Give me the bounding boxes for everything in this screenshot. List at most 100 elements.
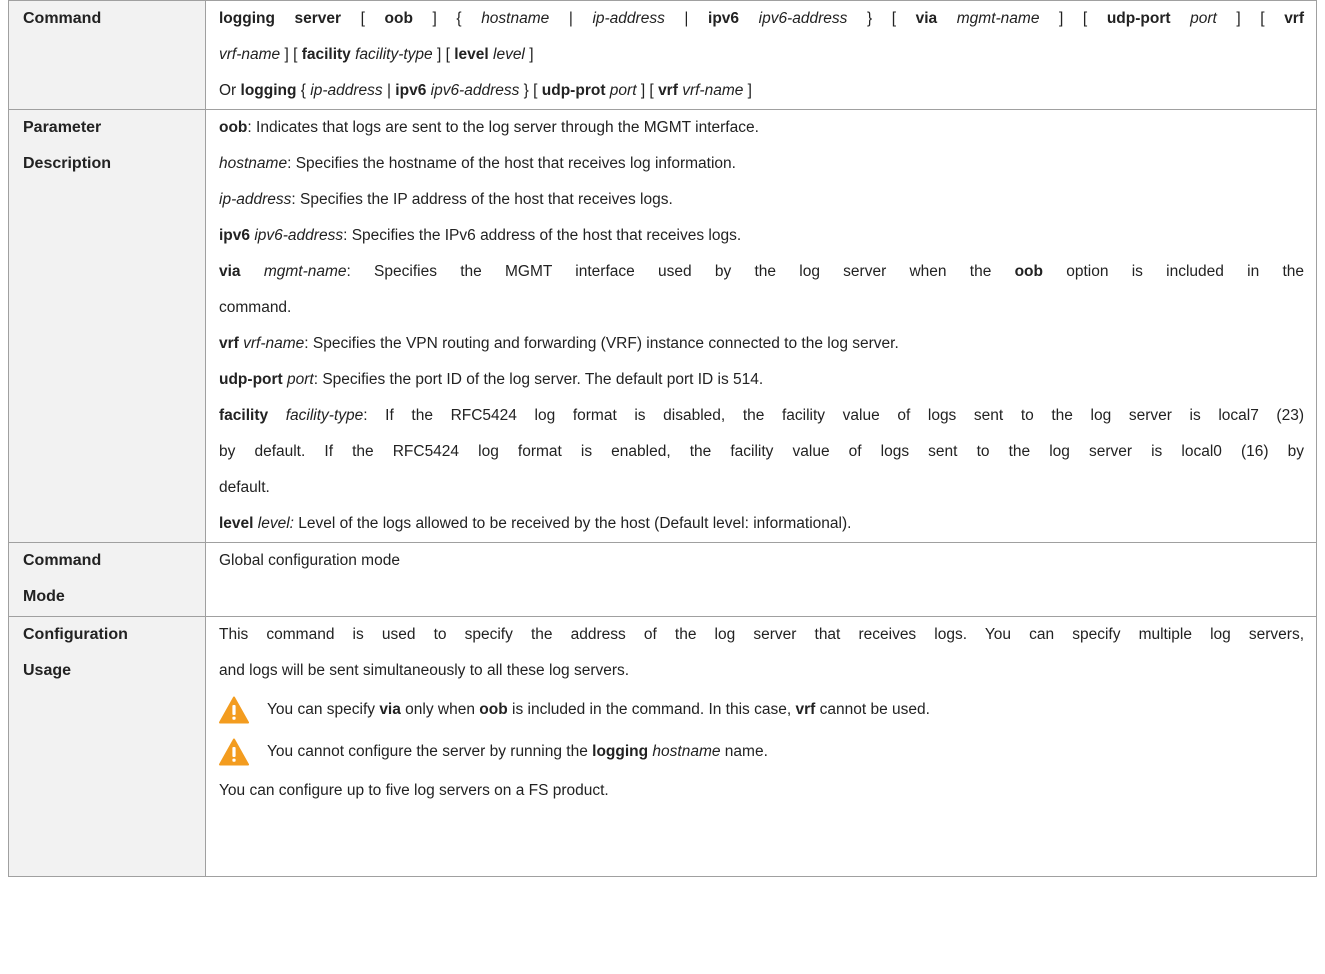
text-run: This command is used to specify the addr… <box>219 626 1304 643</box>
argument: ip-address <box>219 191 292 208</box>
text-run: and logs will be sent simultaneously to … <box>219 662 630 679</box>
syntax-line: logging server [ oob ] { hostname | ip-a… <box>219 1 1304 37</box>
row-command-mode: Command Mode Global configuration mode <box>8 542 1317 617</box>
text-run: cannot be used. <box>815 701 930 718</box>
keyword: vrf <box>1284 10 1305 27</box>
text-run: ] { <box>412 10 482 27</box>
text-run: ] <box>743 82 752 99</box>
argument: mgmt-name <box>956 10 1040 27</box>
param-line: command. <box>219 290 1304 326</box>
text-run <box>268 407 286 424</box>
keyword: via <box>915 10 938 27</box>
argument: port <box>1190 10 1217 27</box>
keyword: udp-prot <box>541 82 606 99</box>
argument: level: <box>257 515 294 532</box>
text-run: You can specify <box>267 701 380 718</box>
text-run: : Specifies the MGMT interface used by t… <box>346 263 1015 280</box>
warning-icon <box>219 696 249 724</box>
argument: ipv6-address <box>758 10 848 27</box>
row-command: Command logging server [ oob ] { hostnam… <box>8 0 1317 110</box>
text-run: | <box>664 10 709 27</box>
argument: level <box>493 46 525 63</box>
text-run: Or <box>219 82 241 99</box>
keyword: level <box>219 515 254 532</box>
text-run <box>1171 10 1191 27</box>
text-run: { <box>296 82 311 99</box>
keyword: ipv6 <box>708 10 740 27</box>
keyword: logging <box>240 82 297 99</box>
text-run: ] [ <box>636 82 659 99</box>
row-label: Usage <box>23 662 72 679</box>
argument: mgmt-name <box>263 263 347 280</box>
text-run: | <box>549 10 593 27</box>
warning-text: You cannot configure the server by runni… <box>267 734 768 770</box>
command-reference-table: Command logging server [ oob ] { hostnam… <box>8 0 1317 877</box>
text-run: : Specifies the port ID of the log serve… <box>313 371 764 388</box>
usage-line: This command is used to specify the addr… <box>219 617 1304 653</box>
text-run: [ <box>341 10 385 27</box>
keyword: vrf <box>658 82 678 99</box>
keyword: logging <box>592 743 649 760</box>
keyword: via <box>379 701 401 718</box>
warning-icon <box>219 738 249 766</box>
argument: ip-address <box>592 10 665 27</box>
keyword: ipv6 <box>219 227 251 244</box>
text-run: : Specifies the IPv6 address of the host… <box>343 227 742 244</box>
keyword: ipv6 <box>395 82 427 99</box>
param-line: udp-port port: Specifies the port ID of … <box>219 362 1304 398</box>
mode-text: Global configuration mode <box>219 552 400 569</box>
label-cell-command: Command <box>8 0 206 110</box>
value-cell-mode: Global configuration mode <box>205 542 1317 617</box>
keyword: udp-port <box>1106 10 1171 27</box>
text-run <box>937 10 957 27</box>
argument: hostname <box>652 743 721 760</box>
label-cell-parameter: Parameter Description <box>8 109 206 543</box>
warning-note: You can specify via only when oob is inc… <box>219 689 1304 731</box>
argument: ip-address <box>310 82 383 99</box>
keyword: via <box>219 263 241 280</box>
text-run: only when <box>400 701 480 718</box>
text-run: } [ <box>847 10 916 27</box>
argument: hostname <box>481 10 550 27</box>
param-line: facility facility-type: If the RFC5424 l… <box>219 398 1304 434</box>
text-run: name. <box>720 743 768 760</box>
row-configuration-usage: Configuration Usage This command is used… <box>8 616 1317 877</box>
text-run: | <box>382 82 396 99</box>
keyword: logging server <box>219 10 342 27</box>
argument: port <box>609 82 637 99</box>
argument: facility-type <box>355 46 433 63</box>
text-run: option is included in the <box>1043 263 1304 280</box>
keyword: vrf <box>219 335 239 352</box>
keyword: facility <box>219 407 269 424</box>
row-label: Parameter <box>23 119 102 136</box>
keyword: level <box>454 46 489 63</box>
keyword: udp-port <box>219 371 283 388</box>
keyword: oob <box>219 119 248 136</box>
argument: ipv6-address <box>430 82 520 99</box>
keyword: facility <box>301 46 351 63</box>
param-line: ipv6 ipv6-address: Specifies the IPv6 ad… <box>219 218 1304 254</box>
argument: port <box>287 371 314 388</box>
text-run: : If the RFC5424 log format is disabled,… <box>363 407 1304 424</box>
param-line: hostname: Specifies the hostname of the … <box>219 146 1304 182</box>
param-line: default. <box>219 470 1304 506</box>
text-run: : Specifies the VPN routing and forwardi… <box>304 335 899 352</box>
value-cell-command: logging server [ oob ] { hostname | ip-a… <box>205 0 1317 110</box>
argument: facility-type <box>285 407 364 424</box>
keyword: oob <box>384 10 413 27</box>
text-run: by default. If the RFC5424 log format is… <box>219 443 1304 460</box>
usage-line: and logs will be sent simultaneously to … <box>219 653 1304 689</box>
argument: ipv6-address <box>254 227 344 244</box>
param-line: level level: Level of the logs allowed t… <box>219 506 1304 542</box>
keyword: oob <box>1014 263 1043 280</box>
keyword: vrf <box>795 701 816 718</box>
keyword: oob <box>479 701 508 718</box>
text-run: ] [ <box>1039 10 1107 27</box>
warning-text: You can specify via only when oob is inc… <box>267 692 930 728</box>
param-line: oob: Indicates that logs are sent to the… <box>219 110 1304 146</box>
argument: hostname <box>219 155 288 172</box>
argument: vrf-name <box>243 335 305 352</box>
label-cell-usage: Configuration Usage <box>8 616 206 877</box>
syntax-line: Or logging { ip-address | ipv6 ipv6-addr… <box>219 73 1304 109</box>
row-label: Command <box>23 552 102 569</box>
